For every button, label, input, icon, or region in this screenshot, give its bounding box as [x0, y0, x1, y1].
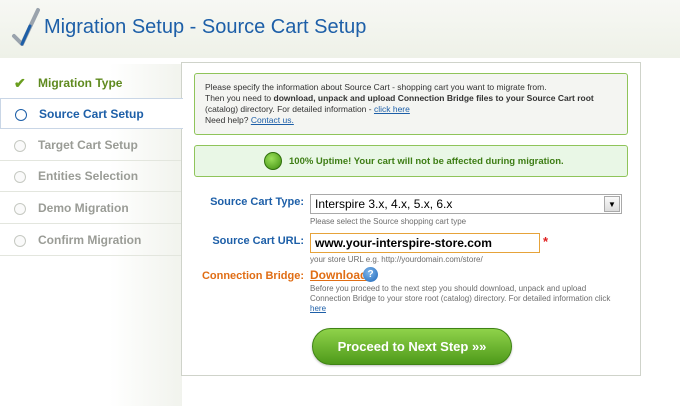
main-panel: Please specify the information about Sou…	[181, 62, 641, 376]
sidebar-step-label: Target Cart Setup	[38, 138, 138, 152]
bridge-details-link[interactable]: here	[310, 304, 326, 313]
connection-bridge-hint-text: Before you proceed to the next step you …	[310, 284, 611, 303]
connection-bridge-label: Connection Bridge:	[201, 270, 304, 282]
uptime-banner: 100% Uptime! Your cart will not be affec…	[194, 145, 628, 177]
sidebar-step-label: Migration Type	[38, 76, 123, 90]
download-bridge-link[interactable]: Download	[310, 268, 367, 282]
source-cart-type-hint: Please select the Source shopping cart t…	[310, 217, 467, 226]
source-cart-url-label: Source Cart URL:	[212, 235, 304, 247]
help-icon[interactable]: ?	[363, 267, 378, 282]
contact-us-link[interactable]: Contact us.	[251, 115, 294, 125]
page-header: Migration Setup - Source Cart Setup	[0, 0, 680, 58]
uptime-gauge-icon	[264, 152, 282, 170]
step-indicator-icon	[14, 140, 26, 152]
info-text: Need help? Contact us.	[205, 115, 617, 126]
sidebar-step-confirm-migration[interactable]: Confirm Migration	[0, 225, 182, 256]
app-logo-icon	[12, 8, 40, 46]
step-indicator-icon	[15, 109, 27, 121]
need-help-text: Need help?	[205, 115, 251, 125]
check-icon: ✔	[14, 75, 26, 91]
info-text-prefix: Then you need to	[205, 93, 274, 103]
required-marker: *	[543, 234, 549, 249]
source-cart-type-select[interactable]: Interspire 3.x, 4.x, 5.x, 6.x ▼	[310, 194, 622, 214]
sidebar-step-source-cart-setup[interactable]: Source Cart Setup	[0, 98, 183, 129]
source-cart-type-value: Interspire 3.x, 4.x, 5.x, 6.x	[315, 197, 453, 211]
info-text: Then you need to download, unpack and up…	[205, 93, 617, 104]
source-cart-type-label: Source Cart Type:	[210, 196, 304, 208]
proceed-next-step-button[interactable]: Proceed to Next Step »»	[312, 328, 512, 365]
uptime-text: 100% Uptime! Your cart will not be affec…	[289, 156, 564, 167]
info-box: Please specify the information about Sou…	[194, 73, 628, 135]
sidebar-step-demo-migration[interactable]: Demo Migration	[0, 193, 182, 224]
info-text: (catalog) directory. For detailed inform…	[205, 104, 617, 115]
chevron-down-icon[interactable]: ▼	[604, 196, 620, 212]
info-text-detail: (catalog) directory. For detailed inform…	[205, 104, 374, 114]
connection-bridge-hint: Before you proceed to the next step you …	[310, 284, 620, 314]
sidebar: ✔ Migration Type Source Cart Setup Targe…	[0, 64, 183, 406]
sidebar-step-label: Confirm Migration	[38, 233, 142, 247]
sidebar-step-migration-type[interactable]: ✔ Migration Type	[0, 68, 182, 99]
info-text-bold: download, unpack and upload Connection B…	[273, 93, 594, 103]
step-indicator-icon	[14, 203, 26, 215]
sidebar-step-target-cart-setup[interactable]: Target Cart Setup	[0, 130, 182, 161]
source-cart-url-hint: your store URL e.g. http://yourdomain.co…	[310, 255, 483, 264]
click-here-link[interactable]: click here	[374, 104, 410, 114]
source-cart-url-input[interactable]: www.your-interspire-store.com	[310, 233, 540, 253]
step-indicator-icon	[14, 171, 26, 183]
page-title: Migration Setup - Source Cart Setup	[44, 16, 367, 38]
sidebar-step-entities-selection[interactable]: Entities Selection	[0, 161, 182, 192]
sidebar-step-label: Source Cart Setup	[39, 107, 144, 121]
info-text: Please specify the information about Sou…	[205, 82, 547, 92]
sidebar-step-label: Entities Selection	[38, 169, 139, 183]
sidebar-step-label: Demo Migration	[38, 201, 129, 215]
step-indicator-icon	[14, 235, 26, 247]
